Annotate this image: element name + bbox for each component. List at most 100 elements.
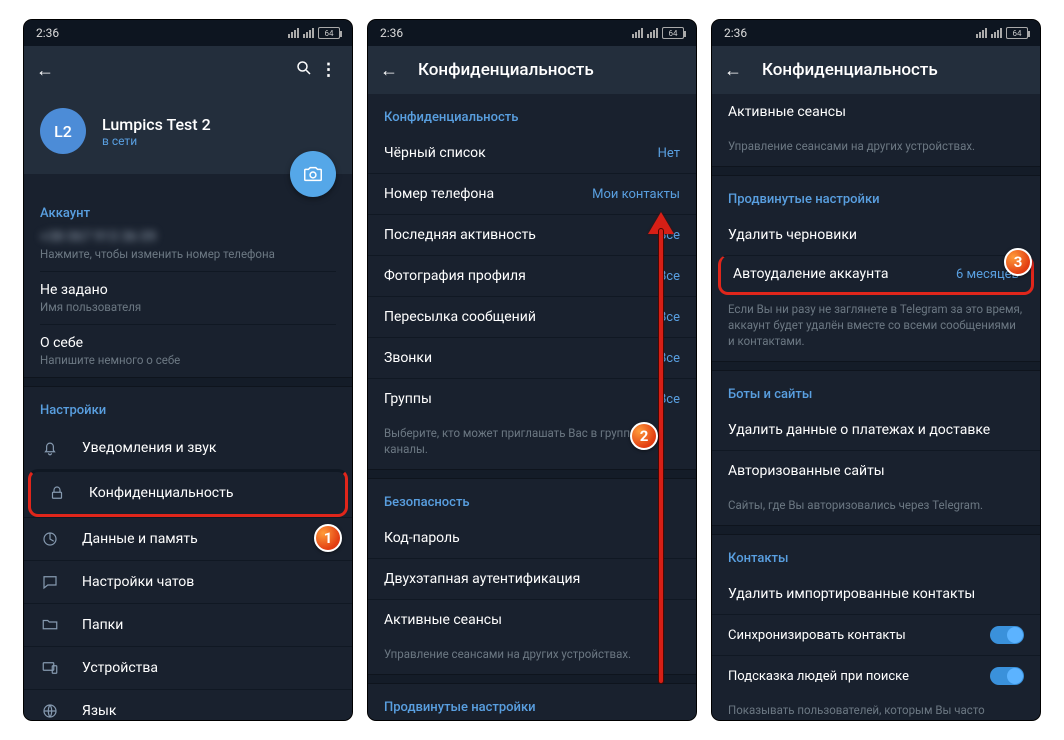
- settings-label: Конфиденциальность: [89, 485, 329, 501]
- row-suggest-contacts[interactable]: Подсказка людей при поиске: [712, 655, 1040, 696]
- account-bio-row[interactable]: О себе Напишите немного о себе: [40, 324, 336, 373]
- step-badge-2: 2: [630, 422, 658, 450]
- row-label: Автоудаление аккаунта: [733, 266, 888, 282]
- row-sync-contacts[interactable]: Синхронизировать контакты: [712, 614, 1040, 655]
- row-auth-sites[interactable]: Авторизованные сайты: [712, 450, 1040, 491]
- settings-label: Устройства: [82, 660, 336, 676]
- back-button[interactable]: ←: [36, 60, 56, 81]
- content-area[interactable]: Конфиденциальность Чёрный списокНет Номе…: [368, 94, 696, 720]
- sessions-hint: Управление сеансами на других устройства…: [712, 132, 1040, 166]
- app-bar: ← Конфиденциальность: [712, 46, 1040, 94]
- profile-name: Lumpics Test 2: [102, 115, 211, 134]
- app-bar: ← ⋮: [24, 46, 352, 94]
- row-label: Синхронизировать контакты: [728, 628, 906, 643]
- screen-privacy-scrolled: 2:36 64 ← Конфиденциальность Активные се…: [712, 20, 1040, 720]
- status-time: 2:36: [36, 26, 59, 40]
- back-button[interactable]: ←: [380, 60, 400, 81]
- section-security-header: Безопасность: [368, 479, 696, 518]
- back-button[interactable]: ←: [724, 60, 744, 81]
- settings-label: Настройки чатов: [82, 574, 336, 590]
- autodelete-hint: Если Вы ни разу не заглянете в Telegram …: [712, 295, 1040, 361]
- section-advanced-header: Продвинутые настройки: [712, 176, 1040, 215]
- search-icon[interactable]: [292, 59, 316, 82]
- content-area[interactable]: Активные сеансы Управление сеансами на д…: [712, 94, 1040, 720]
- status-time: 2:36: [380, 26, 403, 40]
- settings-row-notifications[interactable]: Уведомления и звук: [24, 426, 352, 469]
- set-photo-button[interactable]: [290, 151, 336, 197]
- row-forward[interactable]: Пересылка сообщений Все: [368, 296, 696, 337]
- row-value: Все: [658, 392, 680, 407]
- section-bots-header: Боты и сайты: [712, 371, 1040, 410]
- content-area: L2 Lumpics Test 2 в сети Аккаунт +38 067…: [24, 94, 352, 720]
- row-blocklist[interactable]: Чёрный список Нет: [368, 133, 696, 173]
- divider: [24, 377, 352, 387]
- settings-row-folders[interactable]: Папки: [24, 603, 352, 646]
- status-icons: 64: [976, 27, 1028, 39]
- account-username-row[interactable]: Не задано Имя пользователя: [40, 271, 336, 314]
- row-value: Нет: [658, 146, 680, 161]
- row-label: Чёрный список: [384, 145, 486, 161]
- status-bar: 2:36 64: [24, 20, 352, 46]
- lock-icon: [47, 484, 67, 502]
- row-sessions[interactable]: Активные сеансы: [368, 599, 696, 640]
- account-bio-hint: Напишите немного о себе: [40, 353, 336, 367]
- row-delete-drafts[interactable]: Удалить черновики: [712, 215, 1040, 255]
- divider: [712, 361, 1040, 371]
- battery-icon: 64: [318, 27, 340, 39]
- profile-status: в сети: [102, 134, 211, 148]
- row-groups[interactable]: ГруппыВсе: [368, 378, 696, 419]
- row-autodelete-account[interactable]: Автоудаление аккаунта 6 месяцев: [718, 255, 1034, 295]
- status-bar: 2:36 64: [712, 20, 1040, 46]
- row-label: Последняя активность: [384, 227, 536, 243]
- app-bar-title: Конфиденциальность: [418, 60, 684, 80]
- settings-row-chat[interactable]: Настройки чатов: [24, 560, 352, 603]
- bell-icon: [40, 439, 60, 457]
- app-bar: ← Конфиденциальность: [368, 46, 696, 94]
- section-settings-header: Настройки: [24, 387, 352, 426]
- toggle-switch[interactable]: [990, 626, 1024, 644]
- status-icons: 64: [288, 27, 340, 39]
- globe-icon: [40, 702, 60, 720]
- settings-label: Данные и память: [82, 531, 336, 547]
- screen-settings-main: 2:36 64 ← ⋮ L2 Lumpics Test 2 в сети: [24, 20, 352, 720]
- account-phone-row[interactable]: +38 067 913 36 09 Нажмите, чтобы изменит…: [40, 229, 336, 261]
- settings-row-devices[interactable]: Устройства: [24, 646, 352, 689]
- data-icon: [40, 530, 60, 548]
- devices-icon: [40, 659, 60, 677]
- row-phone[interactable]: Номер телефонаМои контакты: [368, 173, 696, 214]
- row-delete-contacts[interactable]: Удалить импортированные контакты: [712, 574, 1040, 614]
- settings-row-data[interactable]: Данные и память: [24, 517, 352, 560]
- settings-row-language[interactable]: Язык: [24, 689, 352, 720]
- row-clear-payments[interactable]: Удалить данные о платежах и доставке: [712, 410, 1040, 450]
- cell-icon: [303, 28, 314, 38]
- row-calls[interactable]: ЗвонкиВсе: [368, 337, 696, 378]
- row-value: Мои контакты: [592, 187, 680, 202]
- battery-icon: 64: [662, 27, 684, 39]
- row-passcode[interactable]: Код-пароль: [368, 518, 696, 558]
- row-value: Все: [658, 269, 680, 284]
- divider: [712, 166, 1040, 176]
- settings-label: Папки: [82, 617, 336, 633]
- section-advanced-header: Продвинутые настройки: [368, 684, 696, 720]
- row-photo[interactable]: Фотография профиляВсе: [368, 255, 696, 296]
- section-contacts-header: Контакты: [712, 535, 1040, 574]
- row-lastseen[interactable]: Последняя активность Все: [368, 214, 696, 255]
- row-label: Звонки: [384, 350, 432, 366]
- cell-icon: [991, 28, 1002, 38]
- avatar[interactable]: L2: [40, 108, 86, 154]
- settings-label: Уведомления и звук: [82, 440, 336, 456]
- divider: [712, 525, 1040, 535]
- screen-privacy-top: 2:36 64 ← Конфиденциальность Конфиденциа…: [368, 20, 696, 720]
- wifi-icon: [976, 28, 987, 38]
- more-icon[interactable]: ⋮: [316, 60, 340, 80]
- status-bar: 2:36 64: [368, 20, 696, 46]
- settings-row-privacy[interactable]: Конфиденциальность: [28, 469, 348, 517]
- row-value: Все: [658, 228, 680, 243]
- row-label: Пересылка сообщений: [384, 309, 536, 325]
- row-twostep[interactable]: Двухэтапная аутентификация: [368, 558, 696, 599]
- toggle-switch[interactable]: [990, 667, 1024, 685]
- chat-icon: [40, 573, 60, 591]
- row-sessions[interactable]: Активные сеансы: [712, 94, 1040, 132]
- row-value: Все: [658, 310, 680, 325]
- cell-icon: [647, 28, 658, 38]
